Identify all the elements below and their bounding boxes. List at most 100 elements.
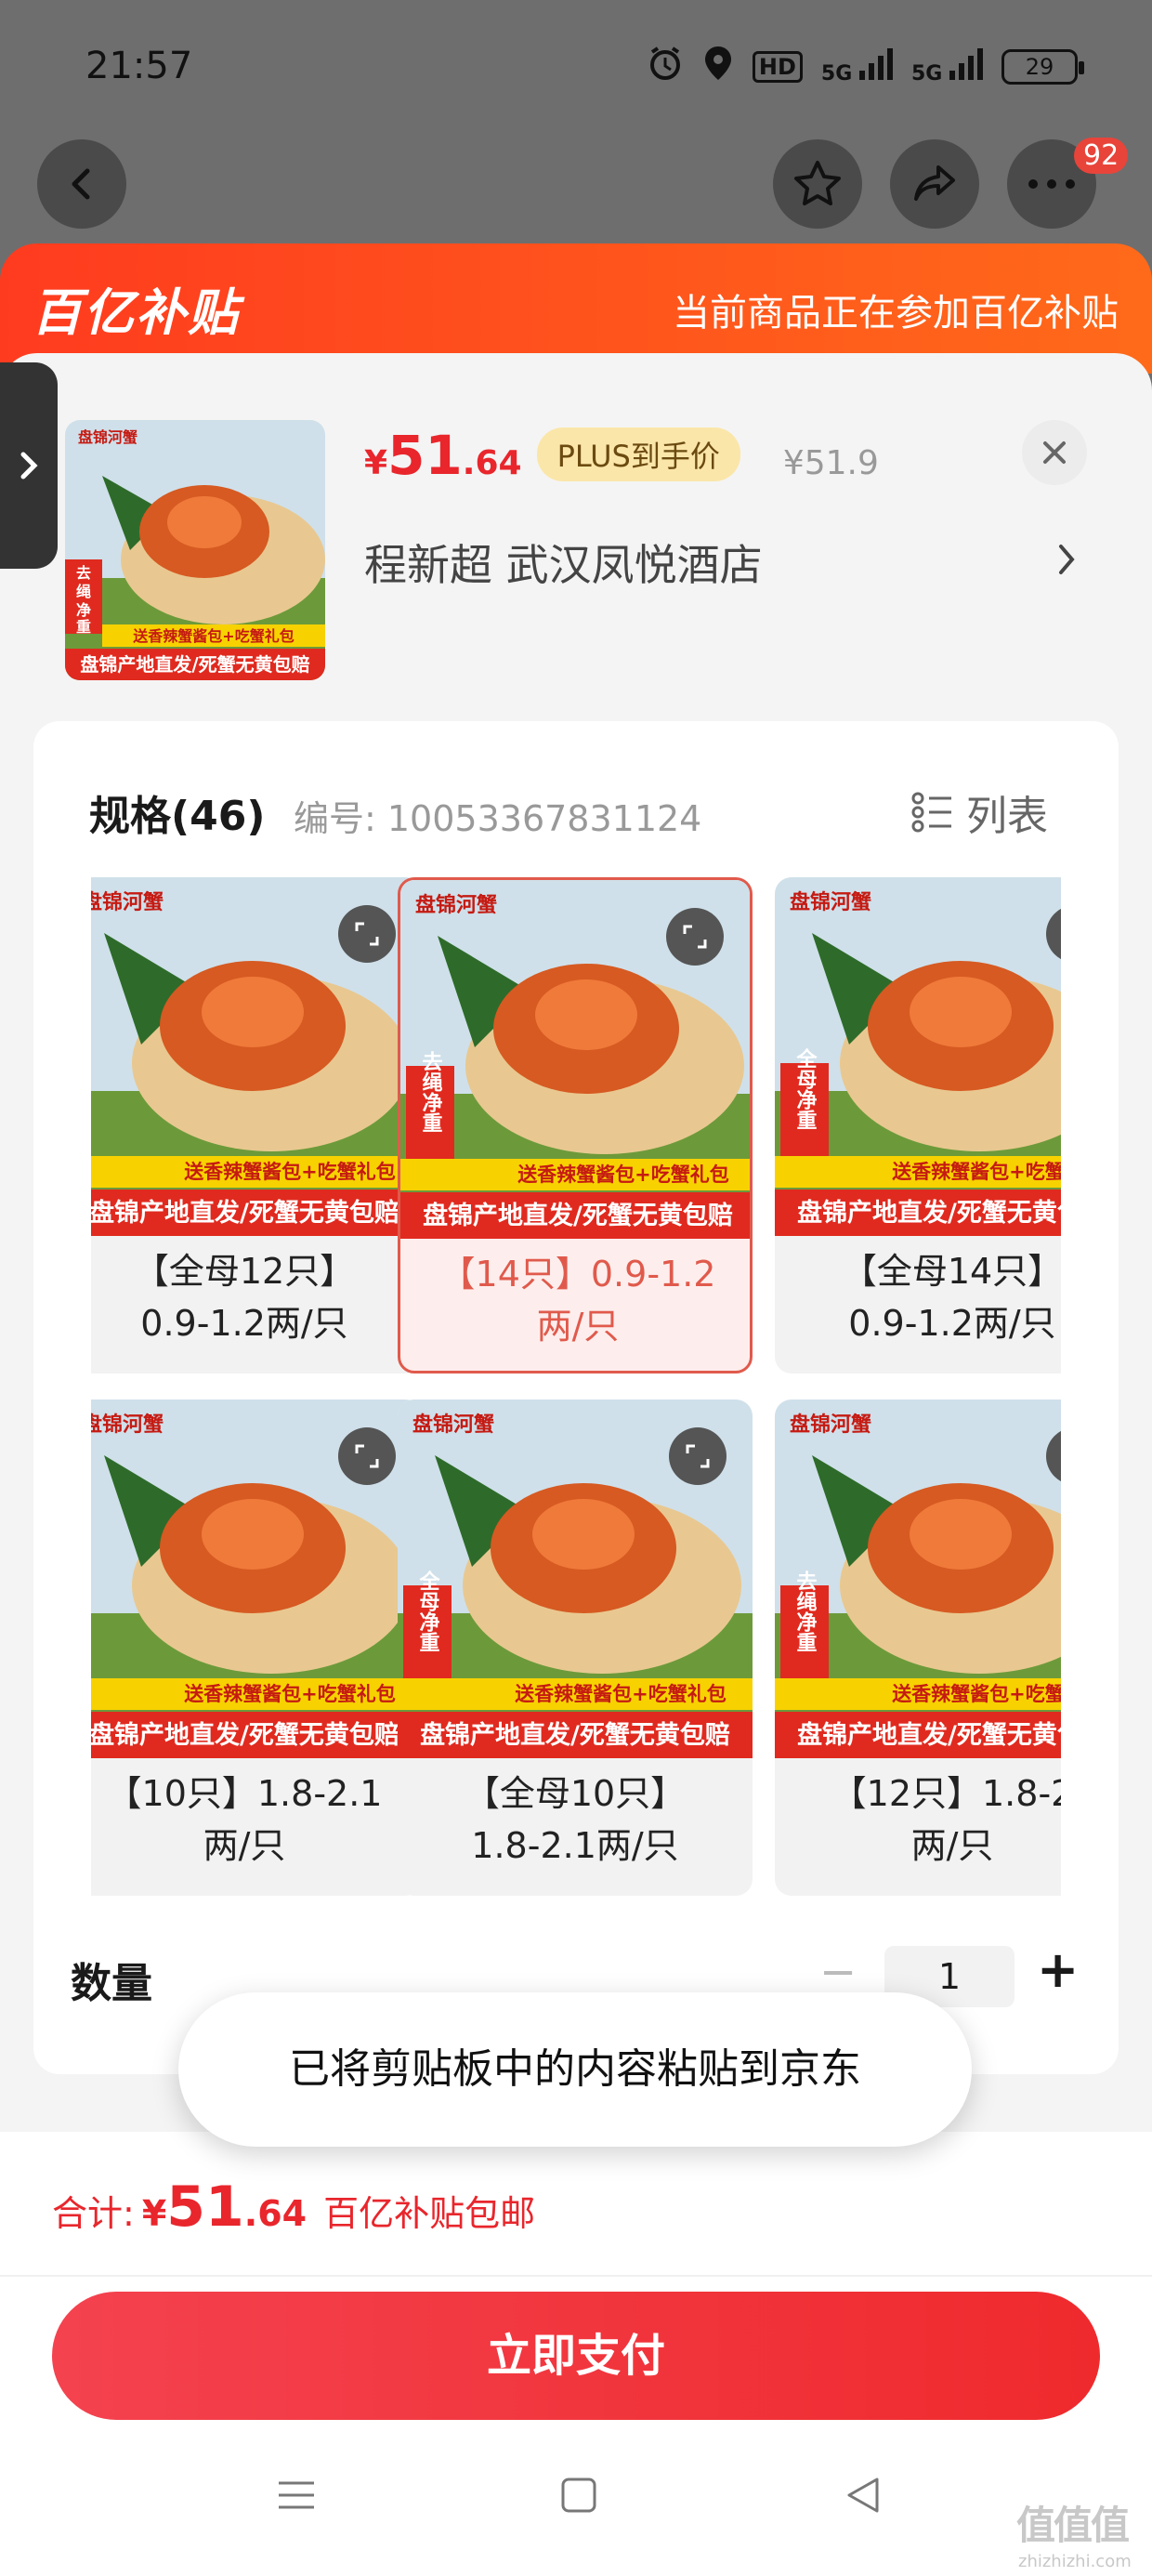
plus-price-tag: PLUS到手价 [536,427,740,481]
spec-image-brand: 盘锦河蟹 [790,890,871,914]
expand-icon [355,922,379,946]
spec-option[interactable]: 全母净重 盘锦河蟹 送香辣蟹酱包+吃蟹礼包 盘锦产地直发/死蟹无黄包赔 【全母14只】… [775,877,1061,1373]
thumb-slogan-text: 盘锦产地直发/死蟹无黄包赔 [80,653,309,676]
status-icons: HD 5G 5G 29 [647,45,1084,89]
spec-code: 编号: 10053367831124 [294,798,702,839]
spec-image-slogan: 盘锦产地直发/死蟹无黄包赔 [91,1720,399,1750]
spec-option-selected[interactable]: 去绳净重 盘锦河蟹 送香辣蟹酱包+吃蟹礼包 盘锦产地直发/死蟹无黄包赔 【14只】0.… [398,877,753,1373]
signal-label: 5G [820,62,853,85]
location-icon [702,45,734,89]
expand-icon [686,1444,710,1468]
spec-image-brand: 盘锦河蟹 [91,1413,164,1437]
spec-option[interactable]: 全母净重 盘锦河蟹 送香辣蟹酱包+吃蟹礼包 盘锦产地直发/死蟹无黄包赔 【全母10只】… [398,1400,753,1896]
spec-option-label: 【全母14只】 0.9-1.2两/只 [775,1245,1061,1349]
close-button[interactable] [1022,420,1087,485]
spec-image: 全母净重 盘锦河蟹送香辣蟹酱包+吃蟹礼包盘锦产地直发/死蟹无黄包赔 [775,877,1061,1236]
price-integer: 51 [387,424,463,487]
signal-label-2: 5G [910,62,943,85]
total-price: ¥51.64 [142,2175,307,2240]
total-line: 合计: ¥51.64 百亿补贴包邮 [52,2175,535,2240]
spec-image-slogan: 盘锦产地直发/死蟹无黄包赔 [797,1720,1061,1750]
spec-image-promo: 送香辣蟹酱包+吃蟹礼包 [515,1683,727,1705]
menu-nav-button[interactable] [273,2472,320,2522]
spec-image-promo: 送香辣蟹酱包+吃蟹礼包 [892,1161,1061,1183]
spec-title: 规格(46) [89,793,266,840]
spec-label-line1: 【全母10只】 [464,1773,687,1814]
list-view-toggle[interactable]: 列表 [910,782,1048,842]
spec-label-line2: 0.9-1.2两/只 [848,1303,1056,1344]
star-icon [794,161,841,205]
spec-grid: 盘锦河蟹 送香辣蟹酱包+吃蟹礼包 盘锦产地直发/死蟹无黄包赔 【全母12只】 0.9-… [91,877,1061,1899]
back-icon [72,168,90,200]
expand-icon [355,1444,379,1468]
subsidy-text: 当前商品正在参加百亿补贴 [673,292,1119,335]
expand-image-button[interactable] [338,1427,396,1485]
system-nav-bar [0,2453,1152,2556]
address-chevron-right-icon[interactable] [1055,541,1078,582]
thumb-brand-text: 盘锦河蟹 [78,428,137,446]
watermark-url: zhizhizhi.com [1018,2552,1132,2571]
quantity-increment-button[interactable]: + [1037,1940,1079,1999]
spec-label-line1: 【全母12只】 [133,1251,356,1292]
spec-option-label: 【12只】1.8-2 两/只 [775,1768,1061,1872]
divider [0,2275,1152,2277]
plus-price: ¥51.64 [364,424,522,487]
spec-option-label: 【14只】0.9-1.2 两/只 [400,1248,750,1352]
spec-label-line2: 两/只 [203,1825,286,1866]
expand-image-button[interactable] [669,1427,727,1485]
hd-icon: HD [752,51,803,83]
spec-image-promo: 送香辣蟹酱包+吃蟹礼包 [517,1163,729,1186]
total-currency: ¥ [141,2193,167,2234]
spec-label-line2: 两/只 [910,1825,994,1866]
spec-image-slogan: 盘锦产地直发/死蟹无黄包赔 [420,1720,730,1750]
product-thumbnail[interactable]: 去 绳 净 重 送香辣蟹酱包+吃蟹礼包 盘锦产地直发/死蟹无黄包赔 盘锦河蟹 [65,420,325,680]
signal-icon-2: 5G [911,48,983,85]
quantity-decrement-button[interactable]: − [819,1946,857,1998]
spec-image-brand: 盘锦河蟹 [790,1413,871,1437]
battery-icon: 29 [1001,49,1084,85]
spec-label-line1: 【10只】1.8-2.1 [106,1773,383,1814]
spec-image-tag: 全母净重 [793,1047,818,1130]
subsidy-logo: 百亿补贴 [32,283,240,342]
side-drawer-tab[interactable] [0,362,58,569]
expand-icon [683,925,707,949]
more-icon [1028,179,1075,189]
spec-label-line2: 1.8-2.1两/只 [471,1825,679,1866]
price-currency: ¥ [364,444,388,482]
delivery-address[interactable]: 程新超 武汉凤悦酒店 [364,532,763,593]
spec-image-brand: 盘锦河蟹 [91,890,164,914]
status-bar: 21:57 HD 5G 5G 29 [0,0,1152,130]
clipboard-toast: 已将剪贴板中的内容粘贴到京东 [178,1992,972,2147]
spec-option-label: 【全母12只】 0.9-1.2两/只 [91,1245,422,1349]
favorite-button[interactable] [773,139,862,229]
pay-now-button[interactable]: 立即支付 [52,2292,1100,2420]
expand-image-button[interactable] [338,905,396,963]
total-label: 合计: [52,2193,135,2234]
thumb-promo-text: 送香辣蟹酱包+吃蟹礼包 [132,627,294,645]
spec-image-brand: 盘锦河蟹 [415,893,497,917]
total-integer: 51 [166,2175,244,2240]
back-button[interactable] [37,139,126,229]
svg-text:绳: 绳 [76,583,91,600]
spec-image: 去绳净重 盘锦河蟹送香辣蟹酱包+吃蟹礼包盘锦产地直发/死蟹无黄包赔 [775,1400,1061,1758]
watermark-logo: 值值值 [1016,2503,1130,2548]
share-icon [914,165,955,201]
spec-image-promo: 送香辣蟹酱包+吃蟹礼包 [184,1161,396,1183]
expand-image-button[interactable] [666,908,724,966]
home-nav-button[interactable] [556,2472,602,2522]
back-nav-button[interactable] [840,2472,886,2522]
back-triangle-icon [847,2477,879,2513]
notification-badge: 92 [1074,138,1129,174]
spec-image-tag: 去绳净重 [419,1051,443,1133]
status-time: 21:57 [85,45,193,87]
spec-image-promo: 送香辣蟹酱包+吃蟹礼包 [184,1683,396,1705]
home-square-icon [561,2477,596,2513]
price-decimal: .64 [462,444,522,482]
alarm-icon [647,45,684,89]
spec-option[interactable]: 盘锦河蟹送香辣蟹酱包+吃蟹礼包盘锦产地直发/死蟹无黄包赔 【10只】1.8-2.… [91,1400,422,1896]
spec-option[interactable]: 去绳净重 盘锦河蟹 送香辣蟹酱包+吃蟹礼包 盘锦产地直发/死蟹无黄包赔 【12只】1.… [775,1400,1061,1896]
list-toggle-label: 列表 [966,793,1048,840]
svg-text:重: 重 [76,618,91,636]
spec-option[interactable]: 盘锦河蟹 送香辣蟹酱包+吃蟹礼包 盘锦产地直发/死蟹无黄包赔 【全母12只】 0.9-… [91,877,422,1373]
share-button[interactable] [890,139,979,229]
